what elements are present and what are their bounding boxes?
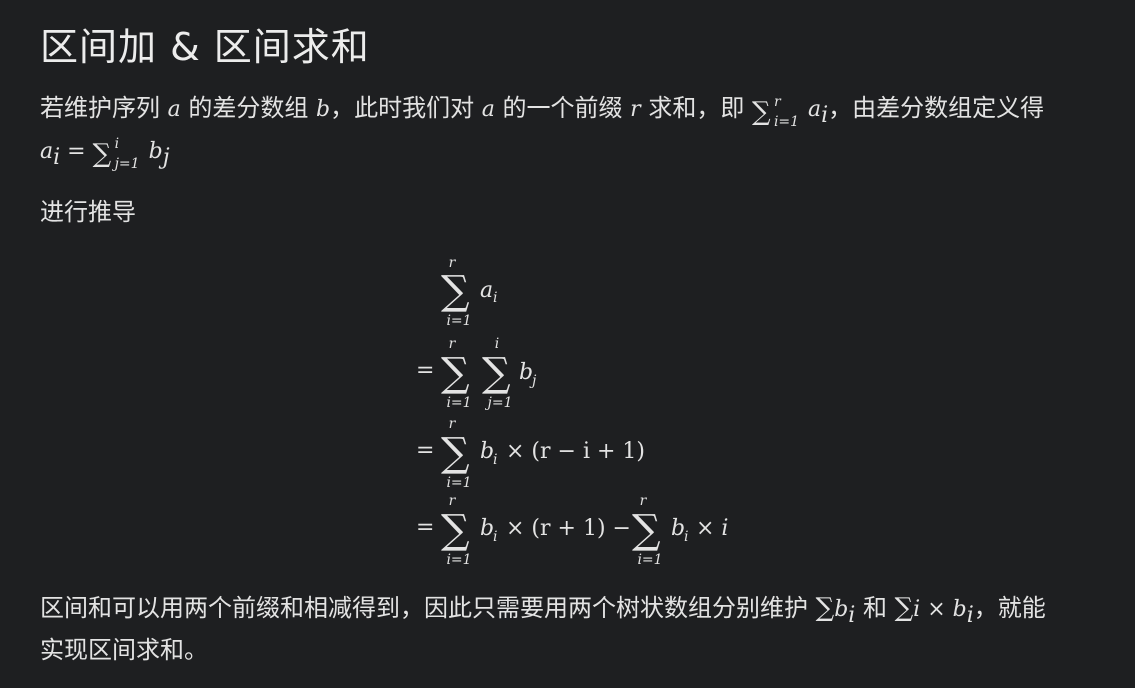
expression-mid: × (r + 1) − xyxy=(506,516,631,541)
sum-lower: i=1 xyxy=(446,313,471,329)
intro-paragraph: 若维护序列 a 的差分数组 b，此时我们对 a 的一个前缀 r 求和，即 ∑ r i… xyxy=(40,88,1044,172)
text: 若维护序列 xyxy=(40,94,168,122)
page-title: 区间加 & 区间求和 xyxy=(40,25,370,69)
math-var-r: r xyxy=(630,97,641,122)
sum-lower: j=1 xyxy=(114,156,140,172)
sum-symbol: ∑ xyxy=(441,268,470,314)
derivation-intro: 进行推导 xyxy=(40,198,136,226)
text: ，就能 xyxy=(973,594,1046,622)
sum-symbol: ∑ xyxy=(815,593,835,623)
math-var-a: a xyxy=(167,97,181,122)
math-var-b: b xyxy=(316,97,331,122)
text: 区间和可以用两个前缀和相减得到，因此只需要用两个树状数组分别维护 xyxy=(40,594,816,622)
sum-symbol: ∑ xyxy=(441,430,470,476)
sum-term: b xyxy=(671,516,685,541)
sum-lower: i=1 xyxy=(446,475,471,491)
conclusion-line-2: 实现区间求和。 xyxy=(40,636,208,664)
equation-row-4: = r ∑ i=1 b i × (r + 1) − r ∑ i=1 b i × … xyxy=(416,493,728,568)
sum-lower: i=1 xyxy=(446,395,471,411)
math-var-a: a xyxy=(481,97,495,122)
sum-symbol: ∑ xyxy=(441,350,470,396)
sum-term-sub: j xyxy=(162,144,170,170)
math-eq: = xyxy=(60,139,93,164)
equation-row-1: r ∑ i=1 a i xyxy=(441,255,497,329)
sum-symbol: ∑ xyxy=(441,507,470,553)
sum-term: b xyxy=(834,597,849,622)
sum-symbol: ∑ xyxy=(92,139,112,169)
sum-lower: i=1 xyxy=(773,114,800,130)
sum-term-sub: i xyxy=(493,452,497,468)
sum-symbol: ∑ xyxy=(894,593,914,623)
conclusion-paragraph: 区间和可以用两个前缀和相减得到，因此只需要用两个树状数组分别维护 ∑bi 和 ∑… xyxy=(40,588,1046,670)
text: 的一个前缀 xyxy=(494,94,631,122)
equals-sign: = xyxy=(416,515,434,540)
sum-term-sub: i xyxy=(966,602,974,628)
sum-symbol: ∑ xyxy=(482,350,511,396)
expression-tail: × i xyxy=(696,516,728,541)
sum-lower: i=1 xyxy=(446,552,471,568)
sum-term: b xyxy=(148,139,163,164)
expression-rest: × (r − i + 1) xyxy=(506,439,645,464)
sum-lower: j=1 xyxy=(485,395,513,411)
text: 和 xyxy=(855,594,895,622)
equals-sign: = xyxy=(416,438,434,463)
sum-term: b xyxy=(480,516,494,541)
text: ，由差分数组定义得 xyxy=(828,94,1045,122)
equation-row-2: = r ∑ i=1 i ∑ j=1 b j xyxy=(416,336,537,411)
equals-sign: = xyxy=(416,358,434,383)
sum-symbol: ∑ xyxy=(751,97,771,127)
sum-lower: i=1 xyxy=(637,552,662,568)
text: 的差分数组 xyxy=(180,94,317,122)
text: 求和，即 xyxy=(640,94,752,122)
math-lhs: a xyxy=(40,139,54,164)
sum-symbol: ∑ xyxy=(632,507,661,553)
sum-term-sub: i xyxy=(493,290,497,306)
conclusion-line-1: 区间和可以用两个前缀和相减得到，因此只需要用两个树状数组分别维护 ∑bi 和 ∑… xyxy=(40,588,1046,630)
sum-term: b xyxy=(519,360,533,385)
sum-term-sub: i xyxy=(684,529,688,545)
intro-line-2: ai = ∑ i j=1 bj xyxy=(40,130,1044,172)
sum-term: i × b xyxy=(913,597,967,622)
intro-line-1: 若维护序列 a 的差分数组 b，此时我们对 a 的一个前缀 r 求和，即 ∑ r i… xyxy=(40,88,1044,130)
sum-term-sub: i xyxy=(493,529,497,545)
derivation-equations: r ∑ i=1 a i = r ∑ i=1 i ∑ j=1 b j = r ∑ … xyxy=(416,255,728,568)
sum-term: a xyxy=(807,97,822,122)
text: ，此时我们对 xyxy=(330,94,482,122)
inline-sum: ∑ r i=1 xyxy=(752,88,808,130)
sum-term: b xyxy=(480,439,494,464)
sum-term: a xyxy=(480,278,493,303)
inline-sum: ∑ i j=1 xyxy=(93,130,149,172)
equation-row-3: = r ∑ i=1 b i × (r − i + 1) xyxy=(416,416,645,491)
